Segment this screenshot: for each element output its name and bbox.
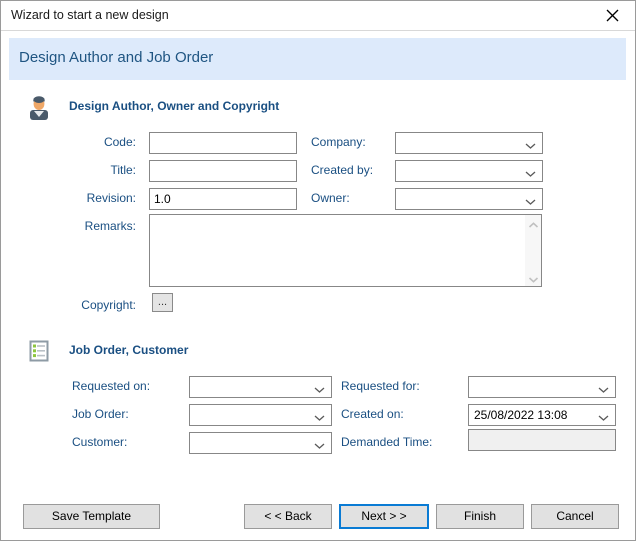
save-template-button[interactable]: Save Template — [23, 504, 160, 529]
user-avatar-icon — [26, 95, 52, 121]
scroll-up-icon[interactable] — [528, 219, 539, 228]
requested-on-label: Requested on: — [72, 379, 151, 393]
revision-input[interactable] — [149, 188, 297, 210]
finish-button[interactable]: Finish — [436, 504, 524, 529]
chevron-down-icon — [598, 411, 609, 421]
created-on-combobox[interactable]: 25/08/2022 13:08 — [468, 404, 616, 426]
copyright-browse-button[interactable]: ... — [152, 293, 173, 312]
created-on-label: Created on: — [341, 407, 404, 421]
page-title: Design Author and Job Order — [19, 49, 214, 66]
page-banner: Design Author and Job Order — [9, 38, 626, 80]
chevron-down-icon — [525, 167, 536, 177]
remarks-scrollbar[interactable] — [524, 215, 541, 286]
owner-label: Owner: — [311, 191, 350, 205]
title-bar: Wizard to start a new design — [1, 1, 635, 31]
chevron-down-icon — [314, 439, 325, 449]
created-by-label: Created by: — [311, 163, 374, 177]
company-combobox[interactable] — [395, 132, 543, 154]
requested-for-combobox[interactable] — [468, 376, 616, 398]
wizard-dialog: Wizard to start a new design Design Auth… — [0, 0, 636, 541]
remarks-textarea[interactable] — [149, 214, 542, 287]
close-icon — [606, 9, 619, 22]
scroll-down-icon[interactable] — [528, 273, 539, 283]
window-title: Wizard to start a new design — [11, 8, 169, 22]
close-button[interactable] — [590, 1, 635, 30]
created-by-combobox[interactable] — [395, 160, 543, 182]
job-order-label: Job Order: — [72, 407, 129, 421]
chevron-down-icon — [314, 411, 325, 421]
copyright-label: Copyright: — [81, 298, 136, 312]
title-input[interactable] — [149, 160, 297, 182]
company-label: Company: — [311, 135, 366, 149]
clipboard-checklist-icon — [26, 338, 52, 364]
title-label: Title: — [110, 163, 136, 177]
code-label: Code: — [103, 135, 136, 149]
requested-on-combobox[interactable] — [189, 376, 332, 398]
section-title-joborder: Job Order, Customer — [69, 343, 189, 357]
chevron-down-icon — [525, 195, 536, 205]
section-title-author: Design Author, Owner and Copyright — [69, 99, 280, 113]
chevron-down-icon — [598, 383, 609, 393]
demanded-time-field — [468, 429, 616, 451]
revision-label: Revision: — [86, 191, 136, 205]
requested-for-label: Requested for: — [341, 379, 420, 393]
job-order-combobox[interactable] — [189, 404, 332, 426]
back-button[interactable]: < < Back — [244, 504, 332, 529]
chevron-down-icon — [314, 383, 325, 393]
remarks-text[interactable] — [150, 215, 524, 286]
chevron-down-icon — [525, 139, 536, 149]
demanded-time-label: Demanded Time: — [341, 435, 433, 449]
code-input[interactable] — [149, 132, 297, 154]
customer-combobox[interactable] — [189, 432, 332, 454]
remarks-label: Remarks: — [84, 219, 136, 233]
next-button[interactable]: Next > > — [339, 504, 429, 529]
cancel-button[interactable]: Cancel — [531, 504, 619, 529]
owner-combobox[interactable] — [395, 188, 543, 210]
customer-label: Customer: — [72, 435, 128, 449]
created-on-value: 25/08/2022 13:08 — [474, 408, 568, 422]
